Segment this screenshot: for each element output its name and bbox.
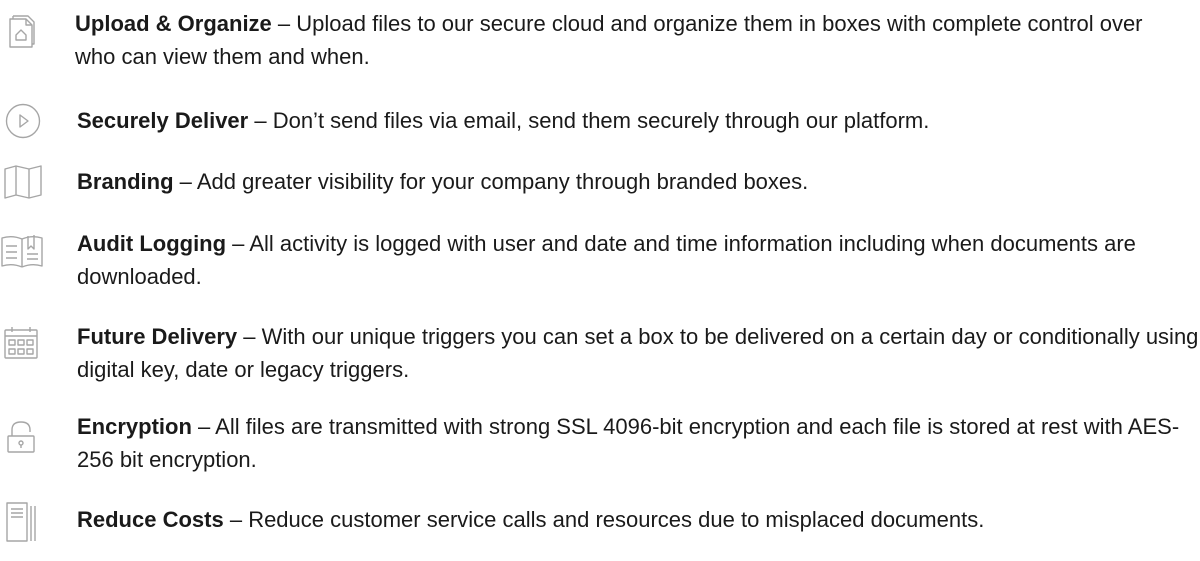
feature-text: Audit Logging – All activity is logged w… bbox=[77, 227, 1187, 293]
feature-title: Reduce Costs bbox=[77, 507, 224, 532]
feature-text: Encryption – All files are transmitted w… bbox=[77, 410, 1187, 476]
feature-title: Upload & Organize bbox=[75, 11, 272, 36]
feature-separator: – bbox=[173, 169, 197, 194]
feature-text: Branding – Add greater visibility for yo… bbox=[77, 165, 1187, 198]
feature-text: Future Delivery – With our unique trigge… bbox=[77, 320, 1200, 386]
feature-separator: – bbox=[191, 414, 216, 439]
feature-title: Branding bbox=[77, 169, 174, 194]
feature-title: Encryption bbox=[77, 414, 192, 439]
feature-separator: – bbox=[226, 231, 250, 256]
feature-description: All files are transmitted with strong SS… bbox=[77, 414, 1180, 472]
feature-description: Reduce customer service calls and resour… bbox=[248, 507, 985, 532]
play-circle-icon bbox=[5, 103, 41, 139]
feature-description: Don’t send files via email, send them se… bbox=[272, 108, 930, 133]
feature-text: Securely Deliver – Don’t send files via … bbox=[77, 104, 1187, 137]
feature-title: Securely Deliver bbox=[77, 108, 249, 133]
feature-separator: – bbox=[237, 324, 262, 349]
open-book-icon bbox=[0, 233, 44, 271]
feature-text: Reduce Costs – Reduce customer service c… bbox=[77, 503, 1187, 536]
files-icon bbox=[6, 502, 36, 542]
feature-text: Upload & Organize – Upload files to our … bbox=[75, 7, 1185, 73]
lock-icon bbox=[7, 420, 35, 454]
feature-separator: – bbox=[271, 11, 297, 36]
feature-separator: – bbox=[248, 108, 273, 133]
upload-document-icon bbox=[8, 13, 36, 49]
feature-separator: – bbox=[223, 507, 249, 532]
calendar-icon bbox=[4, 326, 38, 360]
feature-title: Audit Logging bbox=[77, 231, 227, 256]
feature-title: Future Delivery bbox=[77, 324, 238, 349]
map-icon bbox=[4, 165, 42, 199]
feature-description: Add greater visibility for your company … bbox=[196, 169, 809, 194]
